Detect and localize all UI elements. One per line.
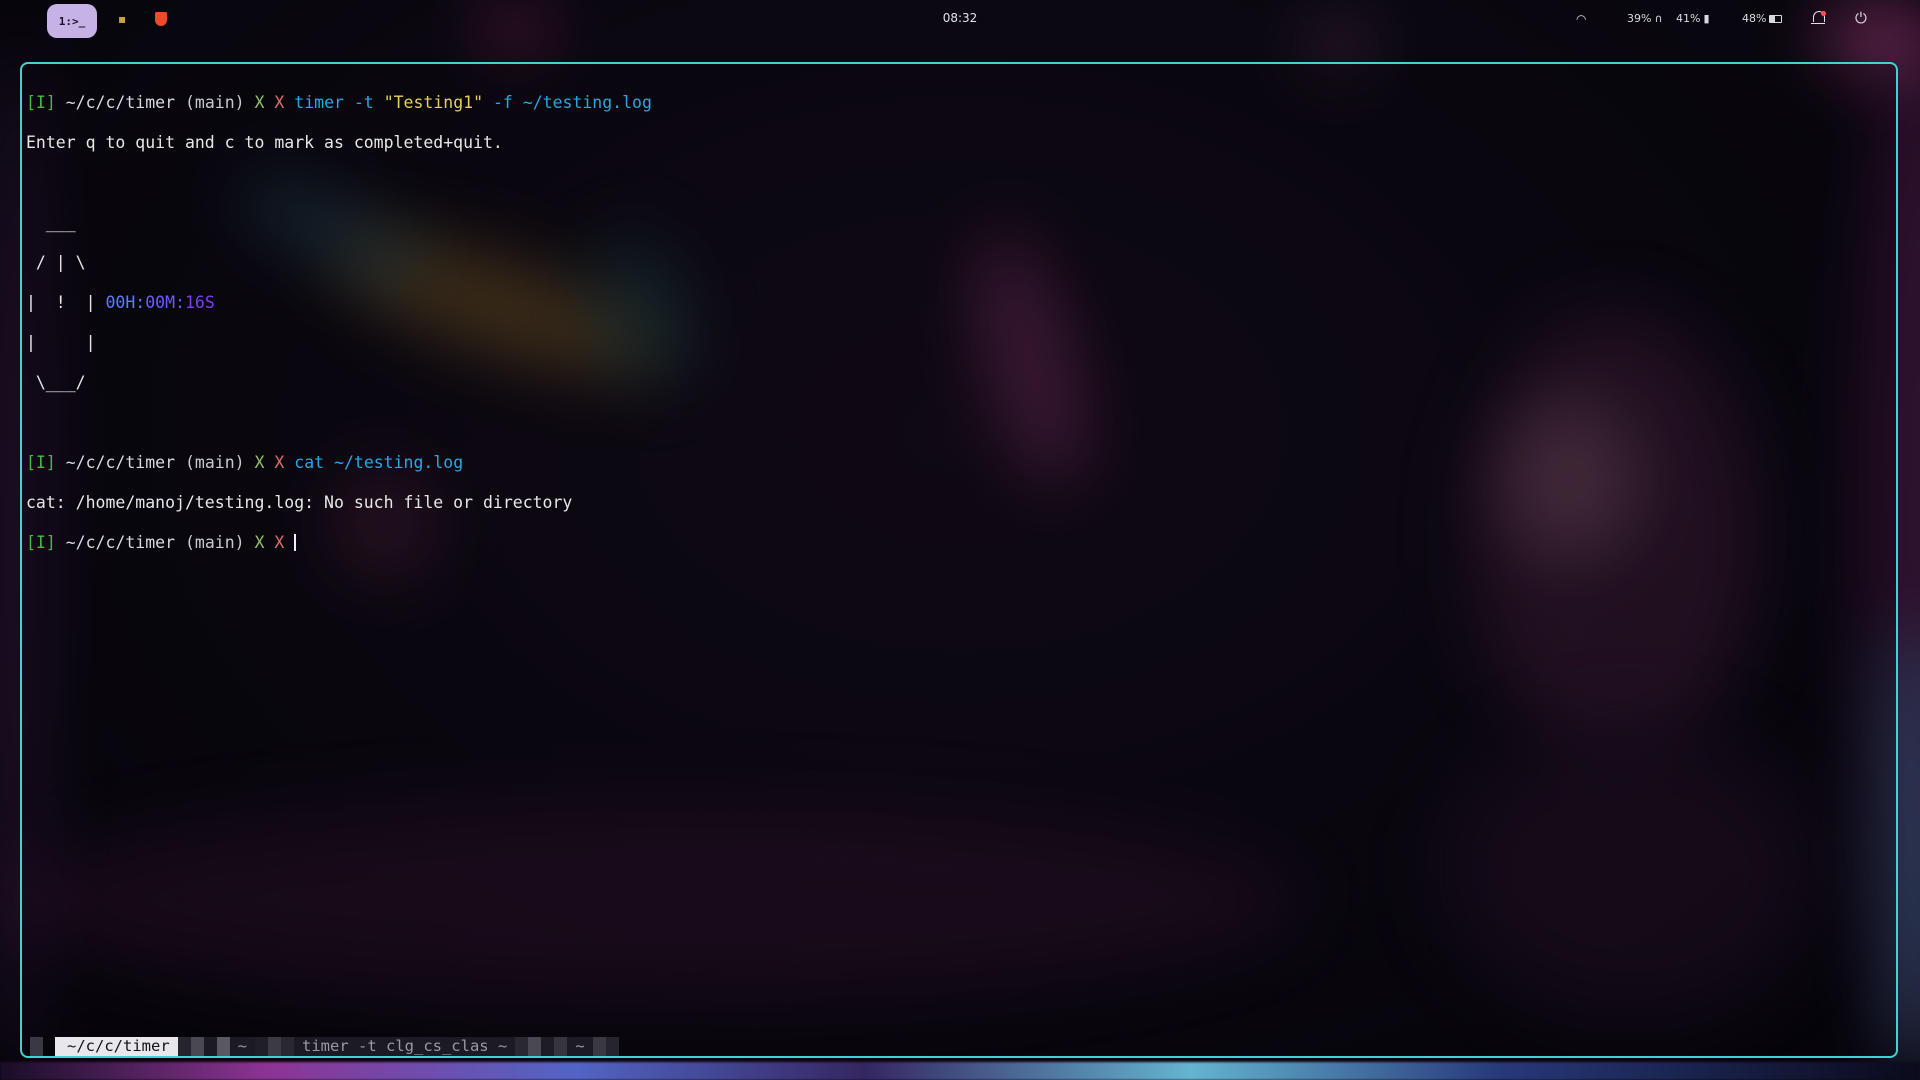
ascii-art-line: / | \ (26, 253, 86, 272)
prompt-line-2: [I] ~/c/c/timer (main) X X cat ~/testing… (26, 453, 1896, 473)
volume-value: 39% (1627, 12, 1652, 25)
prompt-line-1: [I] ~/c/c/timer (main) X X timer -t "Tes… (26, 93, 1896, 113)
battery-value: 48% (1742, 12, 1767, 25)
wifi-icon: ◠ (1576, 12, 1587, 26)
prompt-mode-tag: [I] (26, 533, 56, 552)
tmux-window-2[interactable]: ~ (229, 1037, 255, 1056)
ascii-art-timer-line: | ! | 00H:00M:16S (26, 293, 1896, 313)
prompt-git-branch: (main) (184, 533, 245, 552)
timer-seconds: 16S (184, 293, 215, 312)
power-icon: ⏻ (1855, 9, 1867, 27)
brave-browser-icon[interactable] (155, 12, 167, 29)
battery-icon (1769, 14, 1783, 23)
prompt-git-branch: (main) (184, 93, 245, 112)
prompt-status-x1: X (254, 93, 265, 112)
prompt-mode-tag: [I] (26, 93, 56, 112)
prompt-git-branch: (main) (184, 453, 245, 472)
notification-dot (1821, 11, 1826, 16)
prompt-status-x1: X (254, 453, 265, 472)
tmux-status-bar: ~/c/c/timer ~ timer -t clg_cs_clas ~ ~ (22, 1037, 1896, 1056)
ascii-art-line: | ! | (26, 293, 96, 312)
command-string-arg: "Testing1" (383, 93, 484, 112)
tmux-window-3[interactable]: timer -t clg_cs_clas ~ (294, 1037, 516, 1056)
prompt-path: ~/c/c/timer (65, 93, 176, 112)
text-cursor (294, 534, 297, 551)
prompt-status-x2: X (274, 93, 285, 112)
workspace-button[interactable]: 1:>_ (47, 4, 97, 38)
terminal-output[interactable]: [I] ~/c/c/timer (main) X X timer -t "Tes… (26, 73, 1896, 593)
headphones-icon: ∩ (1654, 12, 1663, 25)
output-error-line: cat: /home/manoj/testing.log: No such fi… (26, 493, 573, 512)
clock[interactable]: 08:32 (930, 11, 990, 25)
wifi-status[interactable]: ◠ (1576, 12, 1586, 26)
terminal-window[interactable]: [I] ~/c/c/timer (main) X X timer -t "Tes… (20, 62, 1898, 1058)
output-info-line: Enter q to quit and c to mark as complet… (26, 133, 503, 152)
command-name: cat (294, 453, 325, 472)
ascii-art-line: ___ (26, 213, 76, 232)
battery-status[interactable]: 48% (1742, 12, 1783, 25)
prompt-line-3[interactable]: [I] ~/c/c/timer (main) X X (26, 533, 1896, 553)
command-flag: -f ~/testing.log (492, 93, 652, 112)
prompt-status-x2: X (274, 453, 285, 472)
timer-hours: 00H: (105, 293, 146, 312)
mic-icon: ▮ (1703, 12, 1710, 25)
tmux-window-1[interactable]: ~/c/c/timer (55, 1037, 178, 1056)
volume-status[interactable]: 39% ∩ (1627, 12, 1663, 25)
prompt-mode-tag: [I] (26, 453, 56, 472)
tmux-window-4[interactable]: ~ (567, 1037, 593, 1056)
ascii-art-line: | | (26, 333, 96, 352)
mic-value: 41% (1676, 12, 1701, 25)
ascii-art-line: \___/ (26, 373, 86, 392)
mic-status[interactable]: 41% ▮ (1676, 12, 1710, 25)
command-flag: -t (353, 93, 374, 112)
terminal-app-icon[interactable]: ▪ (118, 12, 126, 26)
prompt-status-x2: X (274, 533, 285, 552)
prompt-path: ~/c/c/timer (65, 453, 176, 472)
command-arg: ~/testing.log (334, 453, 464, 472)
power-button[interactable]: ⏻ (1855, 9, 1867, 27)
prompt-path: ~/c/c/timer (65, 533, 176, 552)
timer-minutes: 00M: (145, 293, 185, 312)
top-panel: 1:>_ ▪ 08:32 ◠ 39% ∩ 41% ▮ 48% ⏻ (0, 0, 1920, 44)
command-name: timer (294, 93, 344, 112)
prompt-status-x1: X (254, 533, 265, 552)
